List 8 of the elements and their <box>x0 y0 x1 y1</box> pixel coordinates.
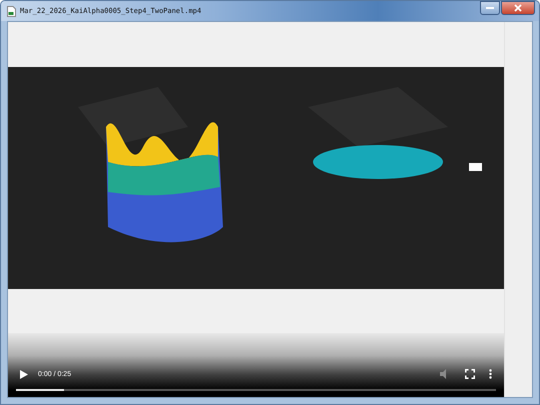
play-icon <box>20 370 28 378</box>
file-icon <box>7 6 16 16</box>
minimize-button[interactable] <box>480 1 500 15</box>
close-button[interactable] <box>501 1 535 15</box>
minimize-icon <box>486 6 494 10</box>
close-icon <box>514 4 522 12</box>
more-icon <box>489 369 492 379</box>
fullscreen-icon <box>465 369 475 379</box>
